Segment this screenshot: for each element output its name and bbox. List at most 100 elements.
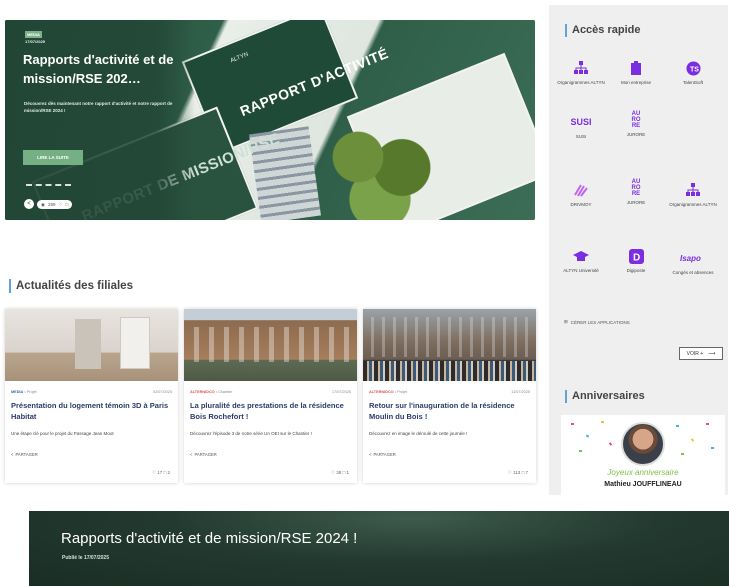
actualites-title: Actualités des filiales xyxy=(9,279,133,293)
confetti xyxy=(690,438,695,442)
hero-date: 17/07/2025 xyxy=(25,39,46,44)
news-stats: ♡ 17 □ 2 xyxy=(152,470,170,476)
hero-views: 299 xyxy=(47,202,56,207)
hero-stats: ◉ 299 ♡ □ xyxy=(37,200,73,209)
org-chart-icon xyxy=(685,182,701,198)
hero-title[interactable]: Rapports d'activité et de mission/RSE 20… xyxy=(23,50,188,88)
building-icon xyxy=(628,60,644,76)
news-category[interactable]: ALTERNIDCO xyxy=(369,390,394,394)
app-digiposte[interactable]: D Digiposte xyxy=(606,248,666,274)
news-likes: 113 xyxy=(513,470,521,475)
carousel-pagination[interactable] xyxy=(26,184,71,186)
app-aurore[interactable]: AU RO RE JURORE xyxy=(606,111,666,138)
app-organigrammes-2[interactable]: Organigrammes ALTYN xyxy=(663,182,723,208)
app-label: JURORE xyxy=(626,132,646,137)
news-comments: 7 xyxy=(525,470,528,475)
anniversaires-title: Anniversaires xyxy=(565,390,645,403)
news-share-button[interactable]: < PARTAGER xyxy=(11,452,38,457)
comment-icon[interactable]: □ xyxy=(522,470,525,475)
like-icon[interactable]: ♡ xyxy=(152,470,156,475)
app-conges[interactable]: Isapo Congés et absences xyxy=(663,250,723,276)
news-likes: 17 xyxy=(157,470,163,475)
news-share-button[interactable]: < PARTAGER xyxy=(369,452,396,457)
news-category[interactable]: MEDIA xyxy=(11,390,23,394)
comment-icon[interactable]: □ xyxy=(343,470,346,475)
article-title: Rapports d'activité et de mission/RSE 20… xyxy=(61,530,358,547)
news-card[interactable]: ALTERNIDCO • Chantier 17/07/2025 La plur… xyxy=(184,309,357,483)
birthday-message: Joyeux anniversaire xyxy=(607,468,679,477)
confetti xyxy=(711,447,714,449)
app-label: JURORE xyxy=(626,200,646,205)
comment-icon[interactable]: □ xyxy=(164,470,167,475)
article-header-banner: Rapports d'activité et de mission/RSE 20… xyxy=(29,511,729,586)
svg-text:D: D xyxy=(633,252,640,263)
see-apps-link[interactable]: ⊞ CÉRER LES APPLICATIONS xyxy=(564,319,630,325)
app-susi[interactable]: SUSI SUSI xyxy=(551,114,611,140)
intranet-page: ALTYN RAPPORT D'ACTIVITÉ RAPPORT DE MISS… xyxy=(0,0,729,586)
share-icon[interactable]: < xyxy=(24,199,34,209)
see-apps-label: CÉRER LES APPLICATIONS xyxy=(570,319,630,325)
app-label: Organigrammes ALTYN xyxy=(557,80,605,85)
article-published-date: Publié le 17/07/2025 xyxy=(62,555,109,561)
confetti xyxy=(601,421,604,423)
app-aurore-2[interactable]: AU RO RE JURORE xyxy=(606,179,666,206)
news-title[interactable]: Retour sur l'inauguration de la résidenc… xyxy=(369,400,533,422)
conges-icon: Isapo xyxy=(678,250,708,266)
confetti xyxy=(706,423,709,425)
org-chart-icon xyxy=(573,60,589,76)
confetti xyxy=(676,425,679,427)
news-category[interactable]: ALTERNIDCO xyxy=(190,390,215,394)
news-comments: 1 xyxy=(346,470,349,475)
arrow-right-icon: ⟶ xyxy=(708,350,716,357)
read-more-button[interactable]: LIRE LA SUITE xyxy=(23,150,83,165)
news-meta: MEDIA • Projet 02/07/2025 xyxy=(11,390,172,394)
app-label: Mon entreprise xyxy=(620,80,651,85)
share-icon: < xyxy=(369,452,372,457)
voir-plus-button[interactable]: VOIR + ⟶ xyxy=(679,347,723,360)
svg-text:Isapo: Isapo xyxy=(680,254,701,263)
hero-description: Découvrez dès maintenant notre rapport d… xyxy=(24,101,173,113)
app-label: SUSI xyxy=(575,134,587,139)
app-label: Congés et absences xyxy=(672,270,714,275)
app-altyn-universite[interactable]: ALTYN Université xyxy=(551,248,611,274)
birthday-card[interactable]: Joyeux anniversaire Mathieu JOUFFLINEAU xyxy=(561,415,725,495)
news-share-label: PARTAGER xyxy=(15,452,38,457)
app-label: Digiposte xyxy=(626,268,646,273)
hero-carousel[interactable]: ALTYN RAPPORT D'ACTIVITÉ RAPPORT DE MISS… xyxy=(5,20,535,220)
confetti xyxy=(585,434,590,438)
avatar xyxy=(621,422,665,466)
news-card[interactable]: MEDIA • Projet 02/07/2025 Présentation d… xyxy=(5,309,178,483)
app-drivmoy[interactable]: DRIVMOY xyxy=(551,182,611,208)
news-date: 11/07/2025 xyxy=(511,390,530,394)
like-icon[interactable]: ♡ xyxy=(58,202,62,208)
confetti xyxy=(681,453,684,455)
share-icon: < xyxy=(11,452,14,457)
news-share-label: PARTAGER xyxy=(194,452,217,457)
news-image-inauguration xyxy=(363,309,536,381)
news-description: Découvrez l'épisode 3 de notre série Un … xyxy=(190,431,312,436)
hero-category-tag: MEDIA xyxy=(25,31,42,38)
talentsoft-icon: TS xyxy=(685,60,701,76)
news-title[interactable]: La pluralité des prestations de la résid… xyxy=(190,400,354,422)
news-date: 17/07/2025 xyxy=(331,390,351,394)
news-title[interactable]: Présentation du logement témoin 3D à Par… xyxy=(11,400,175,422)
news-image-interior xyxy=(5,309,178,381)
confetti xyxy=(571,423,574,425)
news-meta: ALTERNIDCO • Projet 11/07/2025 xyxy=(369,390,530,394)
news-subcategory: Projet xyxy=(397,390,407,394)
grid-icon: ⊞ xyxy=(564,319,568,324)
app-organigrammes[interactable]: Organigrammes ALTYN xyxy=(551,60,611,86)
news-card[interactable]: ALTERNIDCO • Projet 11/07/2025 Retour su… xyxy=(363,309,536,483)
news-share-button[interactable]: < PARTAGER xyxy=(190,452,217,457)
like-icon[interactable]: ♡ xyxy=(508,470,512,475)
comment-icon[interactable]: □ xyxy=(66,202,69,207)
app-mon-entreprise[interactable]: Mon entreprise xyxy=(606,60,666,86)
news-description: Découvrez en image le déroulé de cette j… xyxy=(369,431,468,436)
app-talentsoft[interactable]: TS TalentSoft xyxy=(663,60,723,86)
news-subcategory: Chantier xyxy=(218,390,233,394)
app-label: ALTYN Université xyxy=(563,268,599,273)
voir-plus-label: VOIR + xyxy=(686,350,704,357)
digiposte-icon: D xyxy=(628,248,644,264)
drive-icon xyxy=(573,182,589,198)
like-icon[interactable]: ♡ xyxy=(331,470,335,475)
